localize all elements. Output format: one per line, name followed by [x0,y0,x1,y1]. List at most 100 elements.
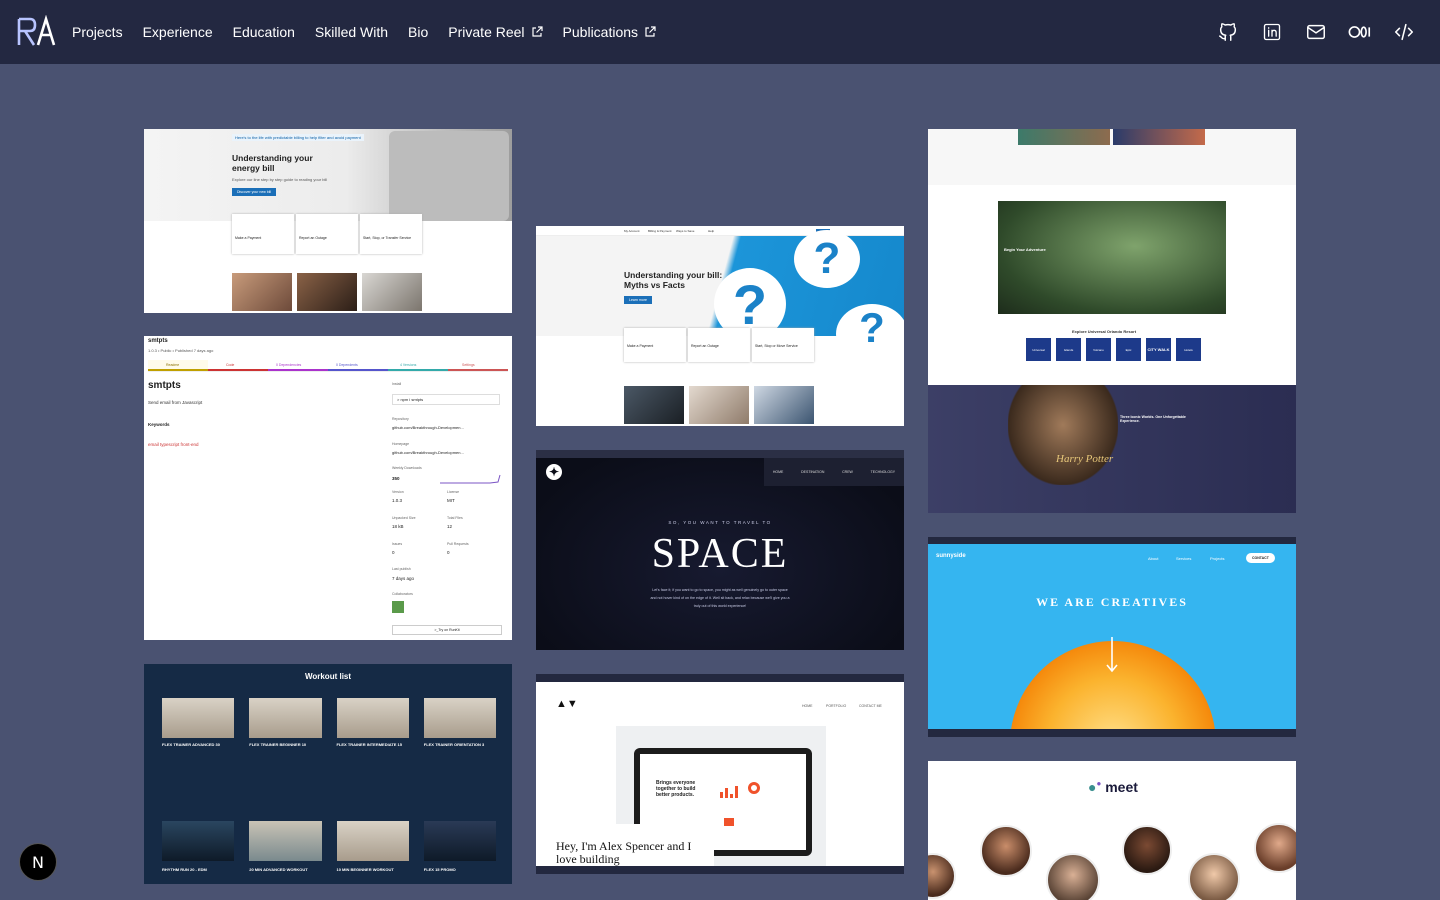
tab-versions[interactable]: 4 Versions [388,360,448,371]
install-command[interactable]: > npm i smtpts [392,394,500,405]
tab-code[interactable]: Code [208,360,268,371]
project-card-universal-orlando[interactable]: Begin Your Adventure Explore Universal O… [928,129,1296,513]
hero-button[interactable]: Discover your new bill [232,188,277,196]
workout-card[interactable]: RHYTHM RUN 20 - EDM [162,821,235,881]
workout-card[interactable]: FLEX TRAINER INTERMEDIATE 15 [336,698,409,810]
adventure-image: Begin Your Adventure [998,201,1226,314]
project-card-meet[interactable]: ●● meet [928,761,1296,900]
workout-thumb [162,698,235,738]
avatar [1122,825,1172,875]
hero-heading: Hey, I'm Alex Spencer and I love buildin… [556,839,692,866]
workout-card[interactable]: FLEX 15 PROMO [423,821,496,881]
park-badge[interactable]: Islands [1056,338,1081,361]
tile[interactable]: Report an Outage [688,328,750,362]
space-nav: HOME DESTINATION CREW TECHNOLOGY [764,458,904,486]
avatar [928,853,956,899]
card-bottom-strip [928,729,1296,737]
tab-settings[interactable]: Settings [448,360,508,371]
tile[interactable]: Make a Payment [624,328,686,362]
workout-title: Workout list [304,672,352,681]
project-card-myths-facts[interactable]: My Account Billing & Payment Ways to Sav… [536,226,904,426]
park-badge[interactable]: Universal [1026,338,1051,361]
tile[interactable]: Start, Stop or Move Service [752,328,814,362]
tile[interactable]: Make a Payment [232,214,294,254]
external-link-icon [645,26,656,37]
mail-icon[interactable] [1304,20,1328,44]
av-logo: ▲▼ [556,698,578,710]
project-card-workout-list[interactable]: Workout list FLEX TRAINER ADVANCED 30 FL… [144,664,512,884]
project-card-alex-spencer[interactable]: ▲▼ HOME PORTFOLIO CONTACT ME Brings ever… [536,674,904,874]
nav-private-reel[interactable]: Private Reel [448,24,543,40]
github-icon[interactable] [1216,20,1240,44]
workout-thumb [162,821,235,861]
workout-row: RHYTHM RUN 20 - EDM 20 MIN ADVANCED WORK… [162,821,496,881]
package-name: smtpts [148,380,181,391]
park-badge[interactable]: Epic [1116,338,1141,361]
try-runkit-button[interactable]: >_Try on RunKit [392,625,502,635]
photo-thumb [1113,129,1205,145]
question-mark-icon: ? [794,230,860,288]
photo-thumb [1018,129,1110,145]
tab-dependents[interactable]: 0 Dependents [328,360,388,371]
workout-thumb [423,821,496,861]
logo[interactable] [16,15,56,49]
mini-block [724,818,734,826]
sunnyside-logo: sunnyside [936,553,966,559]
nav-bio[interactable]: Bio [408,24,428,40]
medium-icon[interactable] [1348,20,1372,44]
space-body: Let's face it; if you want to go to spac… [650,588,790,608]
park-badge[interactable]: CITY WALK [1146,338,1171,361]
space-kicker: SO, YOU WANT TO TRAVEL TO [668,520,772,525]
project-card-sunnyside[interactable]: sunnyside About Services Projects CONTAC… [928,537,1296,737]
harry-potter-banner: Harry Potter Three Iconic Worlds. One Un… [928,385,1296,513]
avatar [980,825,1032,877]
workout-thumb [336,698,409,738]
photo-thumb [689,386,749,424]
homepage-link[interactable]: github.com/Breakthrough-Developmen... [392,450,464,455]
meet-logo: ●● meet [1088,779,1138,795]
info-banner: Here's to the life with predictable bill… [232,134,364,141]
nav-experience[interactable]: Experience [143,24,213,40]
arrow-down-icon[interactable] [1106,637,1118,673]
project-card-smtpts[interactable]: smtpts 1.0.3 • Public • Published 7 days… [144,336,512,640]
photo-thumb [754,386,814,424]
nav-skilled-with[interactable]: Skilled With [315,24,388,40]
nav-projects[interactable]: Projects [72,24,123,40]
contact-button[interactable]: CONTACT [1246,553,1275,563]
hp-title: Three Iconic Worlds. One Unforgettable E… [1120,415,1186,423]
workout-card[interactable]: FLEX TRAINER ORIENTATION 3 [423,698,496,810]
hero-button[interactable]: Learn more [624,296,652,304]
workout-thumb [249,698,322,738]
repository-link[interactable]: github.com/Breakthrough-Developmen... [392,425,464,430]
action-tiles: Make a Payment Report an Outage Start, S… [232,214,422,254]
card-bottom-strip [536,866,904,874]
tab-dependencies[interactable]: 0 Dependencies [268,360,328,371]
park-badge[interactable]: Volcano [1086,338,1111,361]
workout-card[interactable]: 20 MIN ADVANCED WORKOUT [249,821,322,881]
avatar[interactable] [392,601,404,613]
park-badge[interactable]: Hotels [1176,338,1201,361]
external-link-icon [531,26,543,37]
next-js-badge[interactable]: N [19,843,57,881]
weekly-downloads: 350 [392,476,400,481]
workout-card[interactable]: FLEX TRAINER ADVANCED 30 [162,698,235,810]
keyword-list[interactable]: email typescript front-end [148,442,199,447]
workout-thumb [336,821,409,861]
tile[interactable]: Report an Outage [296,214,358,254]
workout-card[interactable]: FLEX TRAINER BEGINNER 10 [249,698,322,810]
photo-thumb [362,273,422,311]
code-icon[interactable] [1392,20,1416,44]
linkedin-icon[interactable] [1260,20,1284,44]
nav-education[interactable]: Education [233,24,295,40]
characters-image [1008,385,1118,485]
tile[interactable]: Start, Stop, or Transfer Service [360,214,422,254]
workout-card[interactable]: 10 MIN BEGINNER WORKOUT [336,821,409,881]
card-top-strip [536,674,904,682]
package-meta: 1.0.3 • Public • Published 7 days ago [148,348,214,353]
downloads-sparkline [440,474,501,484]
tab-readme[interactable]: Readme [148,360,208,371]
nav-publications[interactable]: Publications [563,24,657,40]
avatar [1046,853,1100,900]
project-card-energy-bill[interactable]: Here's to the life with predictable bill… [144,129,512,313]
project-card-space-tourism[interactable]: ✦ HOME DESTINATION CREW TECHNOLOGY SO, Y… [536,450,904,650]
